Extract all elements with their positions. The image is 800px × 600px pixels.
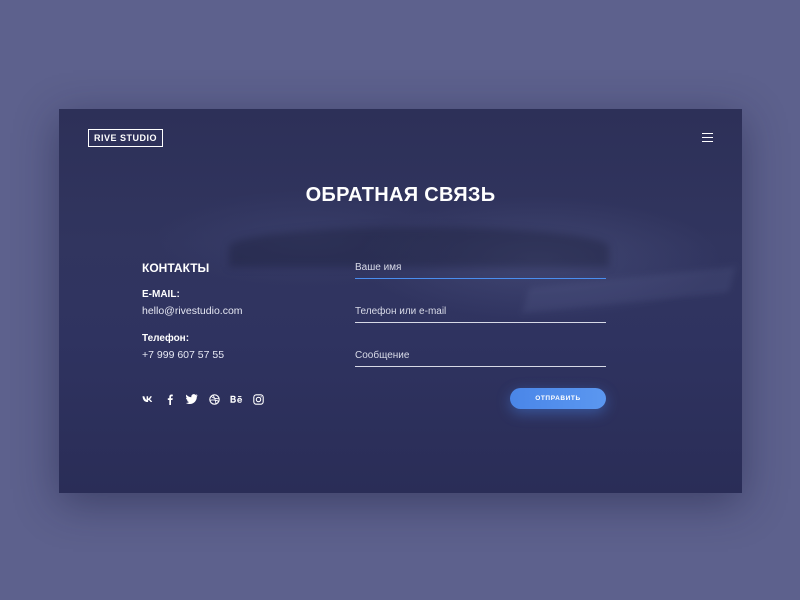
facebook-icon[interactable] [163, 392, 177, 406]
message-field [355, 344, 606, 367]
hamburger-menu-icon[interactable] [702, 133, 713, 142]
contact-input[interactable] [355, 300, 606, 322]
dribbble-icon[interactable] [207, 392, 221, 406]
instagram-icon[interactable] [251, 392, 265, 406]
social-links [141, 392, 273, 406]
name-input[interactable] [355, 256, 606, 278]
contacts-heading: КОНТАКТЫ [142, 261, 210, 275]
email-label: E-MAIL: [142, 289, 180, 300]
name-field [355, 256, 606, 279]
submit-button[interactable]: ОТПРАВИТЬ [510, 388, 606, 409]
page-title: ОБРАТНАЯ СВЯЗЬ [305, 184, 496, 206]
twitter-icon[interactable] [185, 392, 199, 406]
email-value[interactable]: hello@rivestudio.com [142, 305, 243, 317]
message-input[interactable] [355, 344, 606, 366]
vk-icon[interactable] [141, 392, 155, 406]
phone-value[interactable]: +7 999 607 57 55 [142, 349, 224, 361]
logo[interactable]: RIVE STUDIO [88, 129, 164, 147]
phone-label: Телефон: [142, 333, 190, 344]
contact-card: RIVE STUDIO ОБРАТНАЯ СВЯЗЬ КОНТАКТЫ E-MA… [59, 109, 742, 493]
behance-icon[interactable] [229, 392, 243, 406]
contact-field [355, 300, 606, 323]
